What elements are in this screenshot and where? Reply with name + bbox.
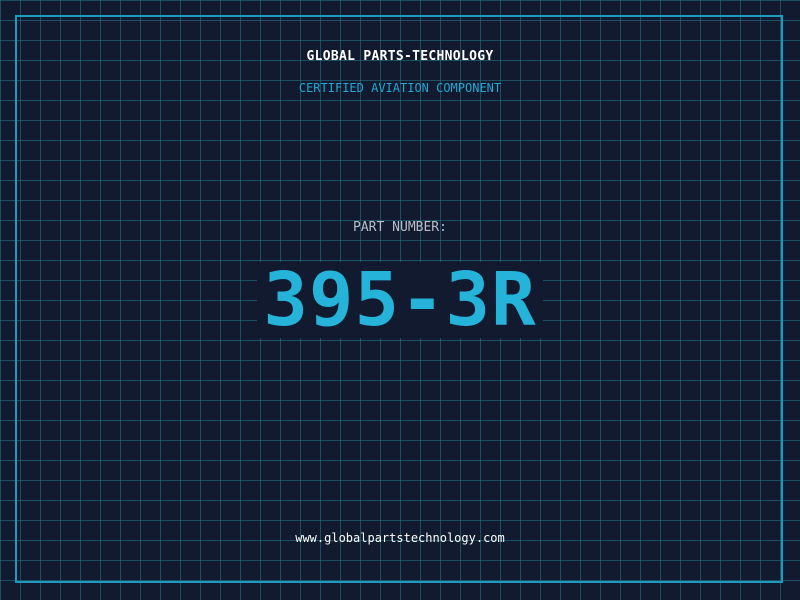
website-url: www.globalpartstechnology.com <box>295 531 505 545</box>
part-number-value: 395-3R <box>257 262 543 338</box>
part-number-label: PART NUMBER: <box>353 220 447 235</box>
blueprint-card: GLOBAL PARTS-TECHNOLOGY CERTIFIED AVIATI… <box>0 0 800 600</box>
part-number-container: 395-3R <box>0 262 800 338</box>
brand-tagline: CERTIFIED AVIATION COMPONENT <box>298 81 502 95</box>
brand-name: GLOBAL PARTS-TECHNOLOGY <box>306 49 494 64</box>
